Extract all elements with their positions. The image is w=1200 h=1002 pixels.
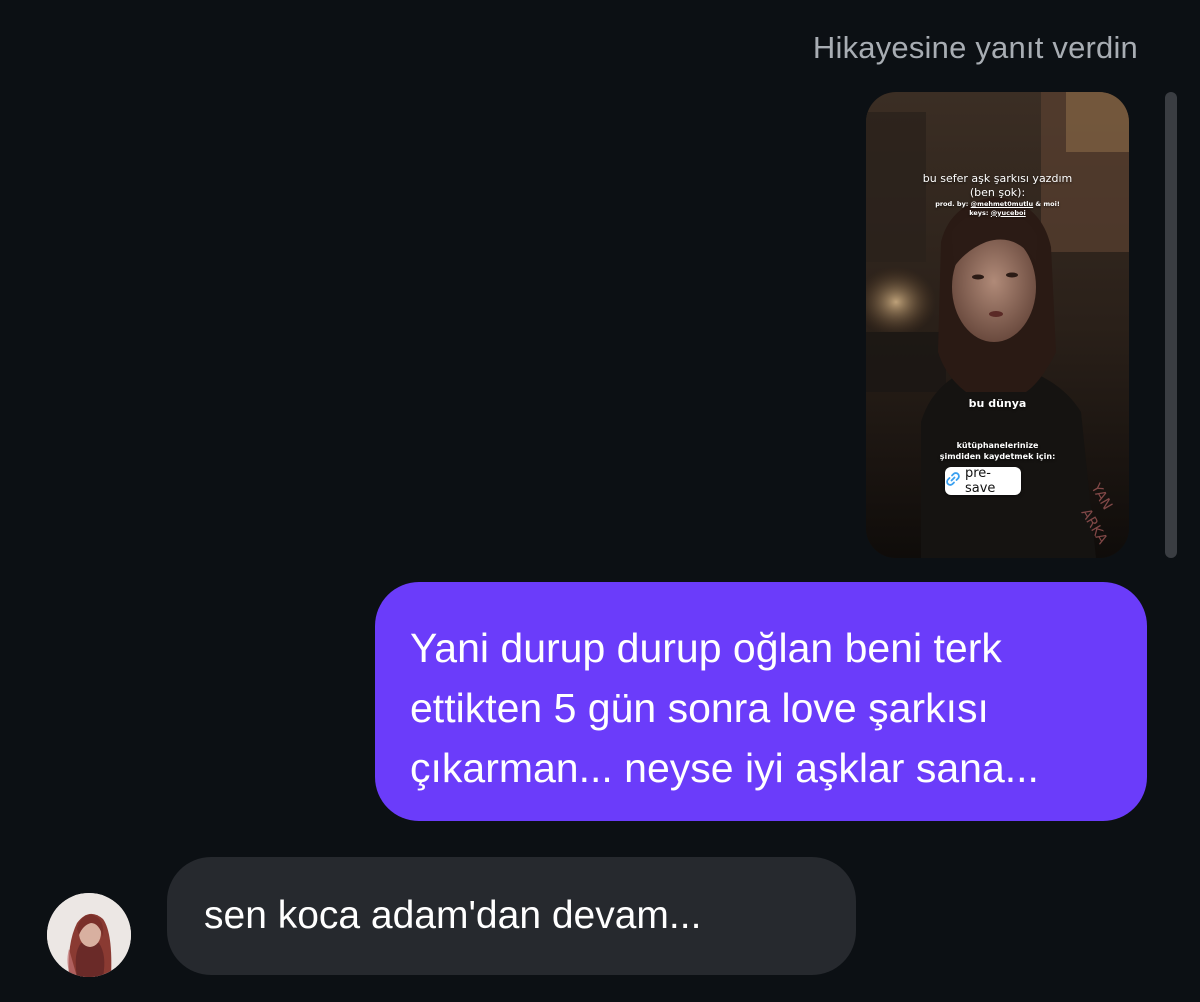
story-song-name: bu dünya	[968, 397, 1027, 410]
story-credits: prod. by: @mehmet0mutlu & moi! keys: @yu…	[866, 200, 1129, 217]
message-line: çıkarman... neyse iyi aşklar sana...	[410, 745, 1039, 791]
reply-context-label: Hikayesine yanıt verdin	[812, 30, 1138, 65]
mention-link[interactable]: @mehmet0mutlu	[971, 200, 1033, 208]
credits-label: prod. by:	[935, 200, 971, 208]
scrollbar[interactable]	[1165, 92, 1177, 558]
story-title-line: (ben şok):	[969, 186, 1026, 199]
message-text: sen koca adam'dan devam...	[204, 894, 702, 937]
pre-save-label: pre-save	[965, 466, 996, 496]
story-preview[interactable]: YAN ARKA bu sefer aşk şarkısı yazdım (be…	[866, 92, 1129, 558]
mention-link[interactable]: @yuceboi	[991, 209, 1026, 217]
avatar-photo	[47, 893, 131, 977]
story-title: bu sefer aşk şarkısı yazdım (ben şok):	[866, 172, 1129, 200]
cta-line: kütüphanelerinize	[956, 441, 1039, 450]
incoming-message-bubble[interactable]: sen koca adam'dan devam...	[167, 857, 856, 975]
story-cta-text: kütüphanelerinize şimdiden kaydetmek içi…	[866, 440, 1129, 462]
pre-save-link-sticker[interactable]: pre-save	[945, 466, 1021, 496]
avatar[interactable]	[47, 893, 131, 977]
outgoing-message-bubble[interactable]: Yani durup durup oğlan beni terk ettikte…	[375, 582, 1147, 821]
message-line: ettikten 5 gün sonra love şarkısı	[410, 685, 989, 731]
message-line: Yani durup durup oğlan beni terk	[410, 625, 1002, 671]
story-title-line: bu sefer aşk şarkısı yazdım	[922, 172, 1073, 185]
credits-label: keys:	[969, 208, 991, 217]
link-icon	[945, 471, 961, 492]
cta-line: şimdiden kaydetmek için:	[939, 452, 1056, 461]
credits-label: & moi!	[1033, 200, 1060, 208]
